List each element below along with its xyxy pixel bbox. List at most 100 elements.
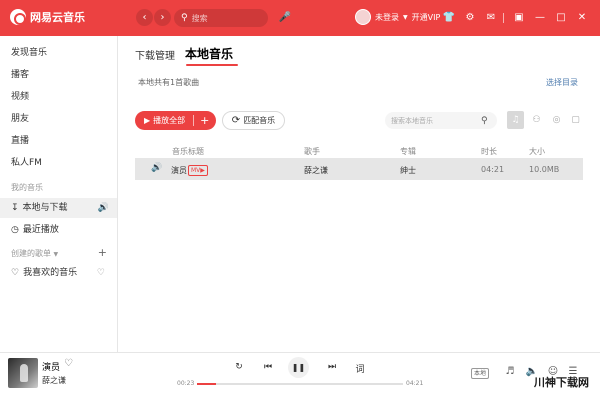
song-size: 10.0MB <box>529 165 560 174</box>
album-cover[interactable] <box>8 358 38 388</box>
song-view-icon[interactable]: ♫ <box>507 111 524 129</box>
song-album[interactable]: 绅士 <box>400 165 416 176</box>
mail-icon[interactable]: ✉ <box>483 9 499 27</box>
my-music-header: 我的音乐 <box>11 183 43 192</box>
add-playlist-icon[interactable]: + <box>98 246 107 259</box>
next-track-icon[interactable]: ⏭ <box>325 362 339 372</box>
pause-icon: ❚❚ <box>291 363 306 372</box>
sidebar-item-live[interactable]: 直播 <box>0 131 117 151</box>
sidebar-item-discover[interactable]: 发现音乐 <box>0 43 117 63</box>
tab-active-indicator <box>186 64 238 66</box>
heartbeat-mode-icon[interactable]: ♡ <box>97 263 105 283</box>
search-icon: ⚲ <box>181 13 188 23</box>
sidebar-item-label: 视频 <box>11 92 30 102</box>
dropdown-icon[interactable]: ▼ <box>403 14 408 21</box>
created-playlists-header[interactable]: 创建的歌单 ▼ <box>11 248 58 259</box>
created-playlists-label: 创建的歌单 <box>11 249 51 258</box>
effects-icon[interactable]: ♬ <box>503 366 517 377</box>
search-box[interactable]: ⚲ <box>174 9 268 27</box>
quality-badge[interactable]: 本地 <box>471 368 490 379</box>
sidebar-item-label: 我喜欢的音乐 <box>23 268 78 278</box>
login-status[interactable]: 未登录 <box>375 12 399 23</box>
vip-link[interactable]: 开通VIP <box>412 12 441 23</box>
refresh-icon: ⟳ <box>231 115 241 126</box>
settings-icon[interactable]: ⚙ <box>462 9 478 27</box>
sidebar-item-recent[interactable]: ◷ 最近播放 <box>0 220 117 240</box>
heart-icon: ♡ <box>11 268 20 278</box>
sidebar-item-label: 朋友 <box>11 114 30 124</box>
column-header-album[interactable]: 专辑 <box>400 146 416 157</box>
minimize-icon[interactable]: — <box>532 9 548 27</box>
tshirt-icon[interactable]: 👕 <box>441 9 457 27</box>
download-icon: ↧ <box>11 203 19 213</box>
tab-local-music[interactable]: 本地音乐 <box>185 45 233 62</box>
search-icon[interactable]: ⚲ <box>481 116 488 126</box>
song-count-summary: 本地共有1首歌曲 <box>138 78 200 87</box>
sidebar: 发现音乐 播客 视频 朋友 直播 私人FM 我的音乐 ↧ 本地与下载 🔊 ◷ 最… <box>0 36 118 352</box>
sidebar-item-label: 发现音乐 <box>11 48 48 58</box>
sidebar-item-video[interactable]: 视频 <box>0 87 117 107</box>
sidebar-item-podcast[interactable]: 播客 <box>0 65 117 85</box>
now-playing-artist[interactable]: 薛之谦 <box>42 375 66 386</box>
sidebar-item-local-download[interactable]: ↧ 本地与下载 🔊 <box>0 198 117 218</box>
song-duration: 04:21 <box>481 165 505 174</box>
like-heart-icon[interactable]: ♡ <box>64 358 73 369</box>
artist-view-icon[interactable]: ⚇ <box>528 111 545 129</box>
sidebar-item-fm[interactable]: 私人FM <box>0 153 117 173</box>
lyrics-icon[interactable]: 词 <box>353 362 367 375</box>
choose-directory-link[interactable]: 选择目录 <box>546 77 578 88</box>
play-all-button[interactable]: ▶ 播放全部 + <box>135 111 216 130</box>
previous-track-icon[interactable]: ⏮ <box>261 362 275 372</box>
sidebar-item-friends[interactable]: 朋友 <box>0 109 117 129</box>
playing-speaker-icon: 🔊 <box>151 163 163 173</box>
now-playing-title[interactable]: 演员 <box>42 360 60 373</box>
title-separator <box>503 13 504 23</box>
user-area[interactable]: 未登录 ▼ 开通VIP <box>355 9 440 25</box>
local-search-box[interactable]: ⚲ <box>385 112 497 129</box>
column-header-duration[interactable]: 时长 <box>481 146 497 157</box>
search-input[interactable] <box>191 13 264 23</box>
column-header-artist[interactable]: 歌手 <box>304 146 320 157</box>
mic-icon[interactable]: 🎤 <box>277 9 293 27</box>
match-music-button[interactable]: ⟳ 匹配音乐 <box>222 111 285 130</box>
sidebar-item-label: 最近播放 <box>22 225 59 235</box>
player-bar: 演员 ♡ 薛之谦 ↻ ⏮ ❚❚ ⏭ 词 00:23 04:21 本地 ♬ 🔈 ☺… <box>0 352 600 393</box>
sidebar-item-label: 播客 <box>11 70 30 80</box>
column-header-title[interactable]: 音乐标题 <box>172 146 204 157</box>
netease-logo-icon <box>10 9 26 25</box>
sidebar-item-label: 本地与下载 <box>22 203 68 213</box>
album-view-icon[interactable]: ◎ <box>548 111 565 129</box>
total-time: 04:21 <box>406 380 424 387</box>
progress-fill <box>197 383 216 385</box>
pause-button[interactable]: ❚❚ <box>288 357 309 378</box>
song-title[interactable]: 演员 <box>171 165 187 176</box>
mv-badge[interactable]: MV▶ <box>188 165 208 176</box>
title-bar: 网易云音乐 ‹ › ⚲ 🎤 未登录 ▼ 开通VIP 👕 ⚙ ✉ ▣ — □ ✕ <box>0 0 600 36</box>
maximize-icon[interactable]: □ <box>553 9 569 27</box>
match-music-label: 匹配音乐 <box>243 116 276 125</box>
close-icon[interactable]: ✕ <box>574 9 590 27</box>
chevron-down-icon: ▼ <box>53 251 59 258</box>
sidebar-item-liked[interactable]: ♡ 我喜欢的音乐 ♡ <box>0 263 117 283</box>
back-icon[interactable]: ‹ <box>136 9 153 26</box>
song-artist[interactable]: 薛之谦 <box>304 165 328 176</box>
progress-track[interactable] <box>197 383 403 385</box>
recent-icon: ◷ <box>11 225 19 235</box>
app-name: 网易云音乐 <box>30 11 85 24</box>
loop-mode-icon[interactable]: ↻ <box>232 362 246 372</box>
app-logo[interactable]: 网易云音乐 <box>10 9 85 25</box>
column-header-size[interactable]: 大小 <box>529 146 545 157</box>
current-time: 00:23 <box>177 380 195 387</box>
avatar[interactable] <box>355 9 371 25</box>
forward-icon[interactable]: › <box>154 9 171 26</box>
play-icon: ▶ <box>144 116 151 125</box>
sidebar-item-label: 私人FM <box>11 158 42 168</box>
tab-download-manage[interactable]: 下载管理 <box>135 47 175 62</box>
watermark: 川神下载网 <box>534 376 589 389</box>
button-divider <box>193 115 195 126</box>
add-to-queue-icon[interactable]: + <box>200 114 209 127</box>
folder-view-icon[interactable]: ▢ <box>567 111 584 129</box>
cover-figure <box>20 364 28 382</box>
local-search-input[interactable] <box>391 116 481 125</box>
mini-mode-icon[interactable]: ▣ <box>511 9 527 27</box>
